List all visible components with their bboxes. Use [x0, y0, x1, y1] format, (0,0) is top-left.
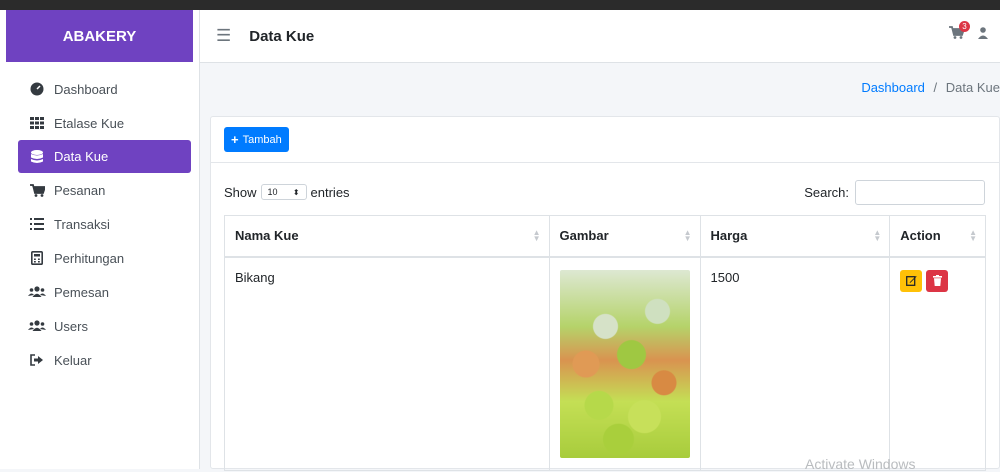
users-icon — [28, 320, 46, 332]
delete-button[interactable] — [926, 269, 949, 292]
activate-windows-watermark: Activate Windows — [805, 456, 916, 472]
user-icon — [978, 26, 988, 39]
data-kue-card: + Tambah Show 10 ⬍ entries Search: Nama … — [210, 116, 1000, 471]
add-button-label: Tambah — [242, 133, 282, 146]
navbar-right: 3 — [949, 21, 988, 42]
sidebar-item-label: Users — [54, 318, 88, 334]
action-buttons — [900, 269, 975, 292]
database-icon — [28, 149, 46, 164]
column-header-action[interactable]: Action ▲ ▼ — [889, 215, 986, 258]
plus-icon: + — [231, 132, 239, 147]
sort-icon: ▲ ▼ — [969, 228, 977, 243]
top-navbar: ☰ Data Kue 3 — [200, 10, 1000, 63]
entries-label: entries — [310, 184, 350, 200]
cell-gambar — [548, 256, 701, 471]
sort-icon: ▲ ▼ — [532, 228, 541, 243]
user-button[interactable] — [978, 26, 988, 42]
breadcrumb-current: Data Kue — [945, 80, 1000, 95]
cake-image — [559, 269, 690, 458]
entries-select[interactable]: 10 ⬍ — [260, 184, 307, 200]
sidebar-item-label: Dashboard — [54, 81, 118, 97]
sidebar-item-pemesan[interactable]: Pemesan — [18, 275, 191, 309]
column-header-harga[interactable]: Harga ▲ ▼ — [699, 215, 891, 258]
cart-icon — [28, 183, 46, 197]
column-header-nama-kue[interactable]: Nama Kue ▲ ▼ — [224, 215, 550, 258]
table-header-row: Nama Kue ▲ ▼ Gambar ▲ ▼ Harga ▲ ▼ Action ▲ ▼ — [224, 215, 986, 258]
sidebar: ABAKERY Dashboard Etalase Kue Data Kue P… — [0, 10, 200, 469]
search-label: Search: — [804, 184, 849, 200]
cell-action — [889, 256, 986, 471]
sidebar-item-label: Pesanan — [54, 182, 106, 198]
table-row: Bikang 1500 — [224, 256, 986, 471]
sign-out-icon — [28, 354, 46, 366]
grid-icon — [28, 117, 46, 129]
show-label: Show — [224, 184, 257, 200]
sidebar-item-etalase-kue[interactable]: Etalase Kue — [18, 106, 191, 140]
table-controls: Show 10 ⬍ entries Search: — [224, 179, 985, 205]
sidebar-item-label: Transaksi — [54, 216, 110, 232]
cart-button[interactable]: 3 — [949, 21, 970, 42]
edit-icon — [905, 276, 917, 286]
sidebar-item-transaksi[interactable]: Transaksi — [18, 207, 191, 241]
card-header: + Tambah — [211, 117, 999, 163]
trash-icon — [932, 275, 942, 286]
users-icon — [28, 286, 46, 298]
column-header-gambar[interactable]: Gambar ▲ ▼ — [548, 215, 701, 258]
sort-icon: ▲ ▼ — [683, 228, 692, 243]
hamburger-menu-icon[interactable]: ☰ — [216, 26, 231, 46]
sidebar-item-users[interactable]: Users — [18, 309, 191, 343]
list-icon — [28, 218, 46, 230]
sidebar-menu: Dashboard Etalase Kue Data Kue Pesanan T… — [0, 62, 199, 377]
breadcrumb-separator: / — [933, 80, 938, 95]
cell-harga: 1500 — [699, 256, 891, 471]
search-control: Search: — [804, 179, 985, 205]
edit-button[interactable] — [900, 269, 923, 292]
sidebar-item-label: Etalase Kue — [54, 115, 125, 131]
cart-count-badge: 3 — [959, 21, 970, 32]
sidebar-item-label: Keluar — [54, 352, 92, 368]
entries-select-value: 10 — [267, 187, 278, 197]
sidebar-item-pesanan[interactable]: Pesanan — [18, 173, 191, 207]
sidebar-item-perhitungan[interactable]: Perhitungan — [18, 241, 191, 275]
tachometer-icon — [28, 82, 46, 96]
sort-icon: ▲ ▼ — [873, 228, 882, 243]
breadcrumb: Dashboard / Data Kue — [861, 80, 1000, 95]
brand-logo[interactable]: ABAKERY — [6, 10, 193, 62]
cell-nama-kue: Bikang — [224, 256, 550, 471]
breadcrumb-link-dashboard[interactable]: Dashboard — [861, 80, 925, 95]
sidebar-item-keluar[interactable]: Keluar — [18, 343, 191, 377]
sort-updown-icon: ⬍ — [292, 187, 300, 197]
calculator-icon — [28, 251, 46, 265]
top-strip — [0, 0, 1000, 10]
sidebar-item-label: Perhitungan — [54, 250, 125, 266]
sidebar-item-dashboard[interactable]: Dashboard — [18, 72, 191, 106]
data-kue-table: Nama Kue ▲ ▼ Gambar ▲ ▼ Harga ▲ ▼ Action ▲ ▼ Bik… — [224, 215, 986, 471]
sidebar-item-label: Pemesan — [54, 284, 109, 300]
sidebar-item-label: Data Kue — [54, 149, 109, 164]
page-title: Data Kue — [249, 27, 315, 45]
sidebar-item-data-kue[interactable]: Data Kue — [18, 140, 191, 173]
length-control: Show 10 ⬍ entries — [224, 184, 350, 200]
add-button[interactable]: + Tambah — [224, 127, 289, 152]
search-input[interactable] — [855, 179, 985, 205]
